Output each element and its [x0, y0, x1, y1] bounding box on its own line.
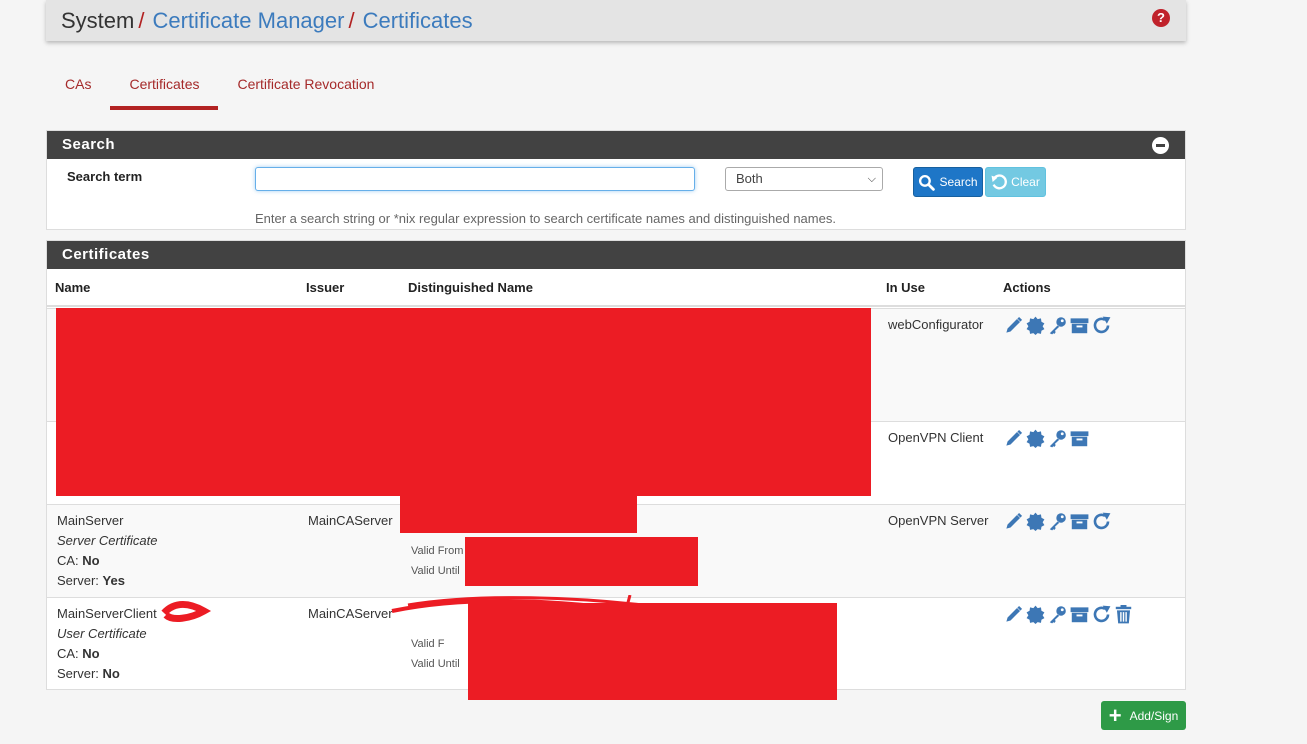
edit-icon[interactable]: [1004, 512, 1023, 531]
column-header-distinguished-name[interactable]: Distinguished Name: [408, 280, 533, 295]
server-value: Yes: [102, 573, 125, 588]
search-panel-title: Search: [62, 136, 116, 153]
export-key-icon[interactable]: [1048, 605, 1067, 624]
export-p12-icon[interactable]: [1070, 429, 1089, 448]
plus-icon: +: [1108, 702, 1122, 728]
delete-icon[interactable]: [1114, 605, 1133, 624]
export-cert-icon[interactable]: [1026, 512, 1045, 531]
export-key-icon[interactable]: [1048, 316, 1067, 335]
edit-icon[interactable]: [1004, 429, 1023, 448]
cert-type: User Certificate: [57, 626, 147, 641]
cert-type: Server Certificate: [57, 533, 158, 548]
export-key-icon[interactable]: [1048, 512, 1067, 531]
export-cert-icon[interactable]: [1026, 316, 1045, 335]
undo-icon: [991, 173, 1008, 189]
search-input[interactable]: [255, 167, 695, 191]
valid-until-label: Valid Until: [411, 565, 460, 577]
column-header-issuer[interactable]: Issuer: [306, 280, 344, 295]
row-actions: [1004, 512, 1111, 531]
server-label: Server:: [57, 666, 99, 681]
server-value: No: [102, 666, 120, 681]
redaction-block: [465, 537, 698, 586]
row-actions: [1004, 316, 1111, 335]
tab-certificates[interactable]: Certificates: [110, 62, 219, 110]
breadcrumb-certificate-manager[interactable]: Certificate Manager: [152, 8, 344, 34]
export-p12-icon[interactable]: [1070, 512, 1089, 531]
valid-from-label: Valid F: [411, 638, 445, 650]
in-use-value: webConfigurator: [888, 317, 984, 332]
row-actions: [1004, 429, 1089, 448]
help-icon[interactable]: ?: [1152, 9, 1170, 27]
clear-button[interactable]: Clear: [985, 167, 1046, 197]
redaction-scribble: [161, 595, 661, 626]
search-panel-header: Search: [47, 131, 1185, 159]
server-label: Server:: [57, 573, 99, 588]
search-panel: Search Search term Both ⌵ Search Clear E…: [46, 130, 1186, 230]
chevron-down-icon: ⌵: [867, 173, 876, 185]
renew-icon[interactable]: [1092, 512, 1111, 531]
export-p12-icon[interactable]: [1070, 605, 1089, 624]
issuer-value: MainCAServer: [308, 513, 393, 528]
breadcrumb-system: System: [61, 7, 135, 33]
search-scope-select[interactable]: Both ⌵: [725, 167, 883, 191]
breadcrumb-separator: /: [138, 7, 145, 33]
search-button[interactable]: Search: [913, 167, 983, 197]
column-header-in-use[interactable]: In Use: [886, 280, 925, 295]
redaction-block: [400, 494, 637, 533]
search-term-label: Search term: [67, 169, 143, 184]
column-header-name[interactable]: Name: [55, 280, 90, 295]
renew-icon[interactable]: [1092, 605, 1111, 624]
column-header-actions: Actions: [1003, 280, 1051, 295]
breadcrumb-certificates[interactable]: Certificates: [363, 8, 473, 34]
table-header: Name Issuer Distinguished Name In Use Ac…: [47, 269, 1185, 307]
cert-name: MainServerClient: [57, 606, 157, 621]
ca-label: CA:: [57, 646, 79, 661]
export-key-icon[interactable]: [1048, 429, 1067, 448]
valid-from-label: Valid From: [411, 545, 464, 557]
row-actions: [1004, 605, 1133, 624]
cert-name: MainServer: [57, 513, 124, 528]
ca-label: CA:: [57, 553, 79, 568]
ca-value: No: [82, 646, 100, 661]
search-button-label: Search: [939, 175, 978, 189]
renew-icon[interactable]: [1092, 316, 1111, 335]
search-icon: [919, 174, 936, 191]
tab-bar: CAs Certificates Certificate Revocation: [46, 62, 393, 110]
certificates-panel-title: Certificates: [62, 246, 150, 263]
cert-name-cell: MainServerClient User Certificate CA: No…: [57, 604, 157, 684]
certificates-panel-header: Certificates: [47, 241, 1185, 269]
redaction-block: [56, 308, 871, 496]
cert-name-cell: MainServer Server Certificate CA: No Ser…: [57, 511, 157, 591]
valid-until-label: Valid Until: [411, 658, 460, 670]
add-sign-button[interactable]: + Add/Sign: [1101, 701, 1186, 730]
export-p12-icon[interactable]: [1070, 316, 1089, 335]
search-scope-value: Both: [736, 171, 763, 186]
ca-value: No: [82, 553, 100, 568]
breadcrumb-separator: /: [348, 7, 355, 33]
tab-certificate-revocation[interactable]: Certificate Revocation: [218, 62, 393, 110]
in-use-value: OpenVPN Server: [888, 513, 989, 528]
collapse-icon[interactable]: [1152, 137, 1169, 154]
clear-button-label: Clear: [1011, 175, 1040, 189]
export-cert-icon[interactable]: [1026, 605, 1045, 624]
search-help-text: Enter a search string or *nix regular ex…: [255, 211, 836, 226]
in-use-value: OpenVPN Client: [888, 430, 984, 445]
add-sign-label: Add/Sign: [1129, 708, 1179, 723]
tab-cas[interactable]: CAs: [46, 62, 110, 110]
export-cert-icon[interactable]: [1026, 429, 1045, 448]
breadcrumb: System / Certificate Manager / Certifica…: [46, 0, 1186, 41]
edit-icon[interactable]: [1004, 605, 1023, 624]
edit-icon[interactable]: [1004, 316, 1023, 335]
